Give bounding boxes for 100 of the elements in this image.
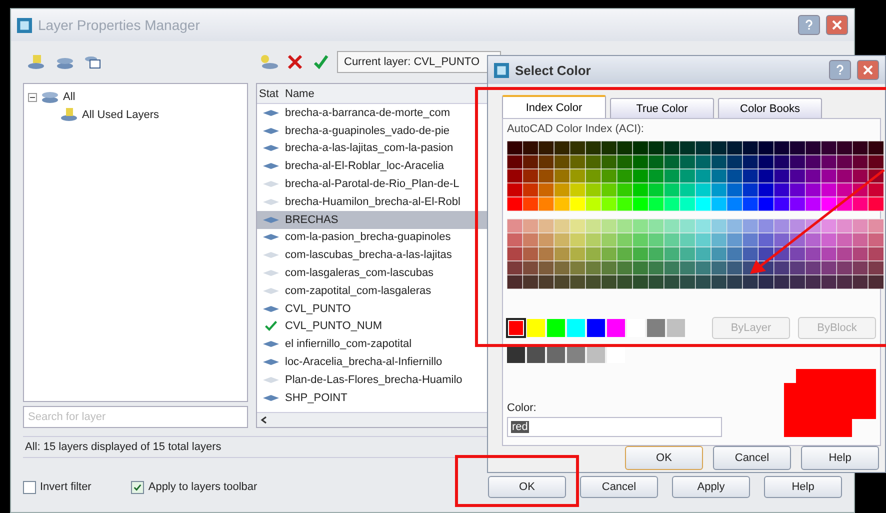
dialog-title: Select Color (515, 62, 591, 78)
new-filter-icon[interactable] (27, 53, 47, 71)
layer-icon (262, 358, 280, 366)
close-icon (831, 19, 843, 31)
layer-row[interactable]: com-la-pasion_brecha-guapinoles (257, 228, 497, 246)
dialog-button[interactable]: Apply (672, 476, 750, 498)
dialog-button[interactable]: Help (801, 446, 879, 470)
layer-icon (262, 233, 280, 242)
help-icon (803, 19, 815, 31)
checkbox-label: Invert filter (40, 481, 92, 493)
color-swatch[interactable] (547, 319, 565, 337)
collapse-icon[interactable] (28, 92, 37, 102)
layer-name: brecha-a-las-lajitas_com-la-pasion (285, 142, 454, 154)
layer-icon (262, 394, 280, 402)
current-layer-label: Current layer: CVL_PUNTO (337, 51, 501, 73)
layer-icon (262, 108, 280, 117)
layer-row[interactable]: brecha-al-El-Roblar_loc-Aracelia (257, 157, 497, 176)
layer-icon (262, 126, 280, 135)
tab[interactable]: Index Color (502, 95, 606, 118)
color-swatch[interactable] (667, 319, 685, 337)
layer-row[interactable]: brecha-a-las-lajitas_com-la-pasion (257, 140, 497, 158)
dialog-button[interactable]: OK (625, 446, 703, 470)
layer-icon (262, 198, 280, 206)
checkmark-icon[interactable] (311, 53, 331, 71)
layer-row[interactable]: brecha-a-barranca-de-morte_com (257, 104, 497, 122)
layer-row[interactable]: SHP_POINT (257, 388, 497, 407)
layer-icon (262, 162, 280, 170)
layer-icon (262, 269, 280, 278)
dialog-button[interactable]: OK (488, 476, 566, 498)
tree-item[interactable]: All (63, 91, 76, 103)
layer-name: CVL_PUNTO_NUM (285, 320, 382, 332)
layer-icon (262, 286, 280, 295)
window-title: Layer Properties Manager (38, 17, 200, 33)
tree-item[interactable]: All Used Layers (82, 109, 160, 121)
layer-icon (262, 304, 280, 313)
color-swatch[interactable] (507, 319, 525, 337)
layer-row[interactable]: el infiernillo_com-zapotital (257, 335, 497, 354)
close-button[interactable] (826, 15, 848, 35)
layer-icon (262, 376, 280, 384)
checkbox[interactable] (131, 480, 144, 494)
layer-name: com-la-pasion_brecha-guapinoles (285, 231, 451, 244)
app-icon (17, 18, 32, 32)
layer-row[interactable]: CVL_PUNTO_NUM (257, 318, 497, 336)
search-field[interactable]: Search for layer (23, 406, 248, 428)
layer-name: com-lasgaleras_com-lascubas (285, 267, 434, 280)
close-icon (862, 64, 874, 76)
layer-row[interactable]: brecha-al-Parotal-de-Rio_Plan-de-L (257, 175, 497, 193)
layer-icon (262, 144, 280, 152)
column-header[interactable]: Name (285, 88, 314, 100)
layer-icon (262, 251, 280, 260)
close-button[interactable] (857, 60, 879, 80)
layer-row[interactable]: brecha-a-guapinoles_vado-de-pie (257, 122, 497, 140)
dialog-button[interactable]: Cancel (713, 446, 791, 470)
layer-name: BRECHAS (285, 214, 338, 226)
color-swatch[interactable] (587, 319, 605, 337)
column-header[interactable]: Stat (257, 88, 285, 100)
layer-icon (262, 216, 280, 224)
layer-name: Plan-de-Las-Flores_brecha-Huamilo (285, 374, 462, 386)
layer-name: brecha-Huamilon_brecha-al-El-Robl (285, 196, 460, 208)
tab[interactable]: Color Books (718, 98, 822, 118)
dialog-button[interactable]: Help (764, 476, 842, 498)
layer-name: com-zapotital_com-lasgaleras (285, 284, 432, 297)
help-button[interactable] (829, 60, 851, 80)
tab[interactable]: True Color (610, 98, 714, 118)
layer-name: CVL_PUNTO (285, 302, 351, 315)
help-icon (834, 64, 846, 76)
layer-row[interactable]: com-zapotital_com-lasgaleras (257, 282, 497, 300)
layer-row[interactable]: com-lasgaleras_com-lascubas (257, 264, 497, 282)
field-label: Color: (507, 402, 538, 414)
checkmark-icon (264, 320, 278, 332)
layer-row[interactable]: brecha-Huamilon_brecha-al-El-Robl (257, 192, 497, 211)
checkbox[interactable] (23, 480, 36, 494)
layer-name: SHP_POINT (285, 392, 348, 404)
checkbox-label: Apply to layers toolbar (148, 481, 258, 493)
color-palette-drawing[interactable] (507, 141, 884, 289)
color-swatch[interactable] (607, 319, 625, 337)
help-button[interactable] (798, 15, 820, 35)
layer-name: el infiernillo_com-zapotital (285, 338, 412, 350)
layer-icon (262, 180, 280, 188)
color-swatch[interactable] (567, 319, 585, 337)
new-layer-icon[interactable] (259, 53, 279, 71)
layers-icon (41, 90, 59, 104)
delete-icon[interactable] (285, 53, 305, 71)
layer-row[interactable]: com-lascubas_brecha-a-las-lajitas (257, 246, 497, 264)
scroll-left-icon[interactable] (260, 416, 268, 424)
layer-name: brecha-a-barranca-de-morte_com (285, 106, 450, 119)
layer-name: com-lascubas_brecha-a-las-lajitas (285, 249, 452, 262)
layer-row[interactable]: CVL_PUNTO (257, 300, 497, 318)
color-swatch[interactable] (527, 319, 545, 337)
layer-name: brecha-al-El-Roblar_loc-Aracelia (285, 160, 444, 172)
layer-filter-icon (60, 108, 78, 122)
layer-row[interactable]: loc-Aracelia_brecha-al-Infiernillo (257, 353, 497, 371)
color-input-field[interactable]: red (507, 417, 722, 437)
layer-icon (262, 340, 280, 348)
layer-name: brecha-al-Parotal-de-Rio_Plan-de-L (285, 178, 460, 190)
layer-row[interactable]: Plan-de-Las-Flores_brecha-Huamilo (257, 370, 497, 389)
layer-name: loc-Aracelia_brecha-al-Infiernillo (285, 356, 442, 368)
dialog-button[interactable]: Cancel (580, 476, 658, 498)
app-icon (494, 62, 509, 78)
color-swatch[interactable] (647, 319, 665, 337)
